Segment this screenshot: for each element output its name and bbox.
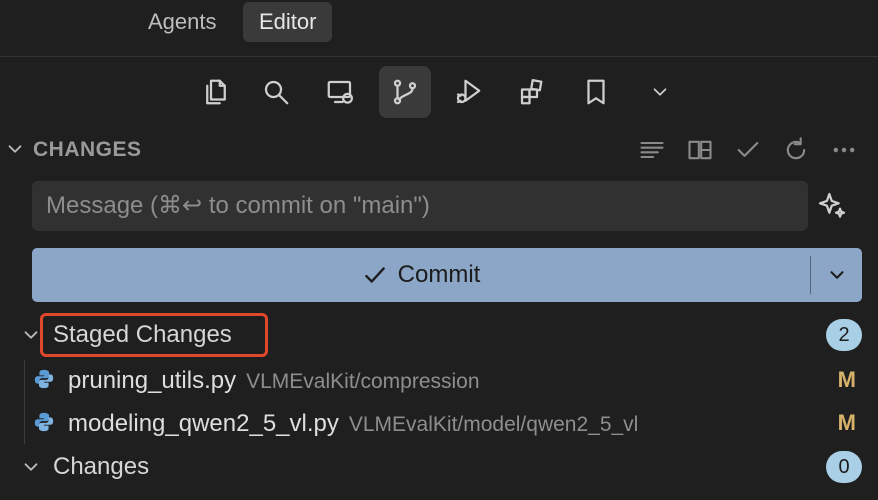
commit-button-label: Commit	[397, 261, 481, 288]
changes-section-header[interactable]: CHANGES	[0, 130, 878, 170]
search-button[interactable]	[250, 66, 302, 118]
section-actions	[636, 134, 860, 166]
source-control-icon	[393, 79, 417, 105]
run-debug-button[interactable]	[442, 66, 494, 118]
refresh-button[interactable]	[780, 134, 812, 166]
remote-explorer-button[interactable]	[314, 66, 366, 118]
more-icon	[833, 147, 855, 153]
search-icon	[264, 80, 289, 105]
highlight-box	[40, 313, 268, 357]
generate-message-button[interactable]	[810, 184, 854, 228]
modified-status-badge: M	[837, 367, 856, 392]
chevron-down-icon	[829, 271, 844, 279]
chevron-down-icon	[20, 456, 42, 478]
tab-agents[interactable]: Agents	[132, 2, 233, 42]
run-debug-icon	[456, 79, 481, 104]
more-views-button[interactable]	[634, 66, 686, 118]
file-row[interactable]: modeling_qwen2_5_vl.py VLMEvalKit/model/q…	[0, 403, 878, 443]
staged-count-badge: 2	[826, 319, 862, 351]
check-icon	[364, 267, 385, 283]
file-path: VLMEvalKit/model/qwen2_5_vl	[348, 413, 639, 436]
commit-message-input[interactable]	[32, 181, 820, 231]
refresh-icon	[786, 137, 806, 160]
commit-button-group: Commit	[32, 248, 862, 302]
python-file-icon	[34, 369, 54, 389]
changes-label: Changes	[53, 453, 150, 480]
file-name: pruning_utils.py VLMEvalKit/compression	[68, 367, 480, 395]
remote-explorer-icon	[327, 80, 353, 104]
sparkle-icon	[818, 192, 846, 218]
file-path: VLMEvalKit/compression	[246, 370, 480, 393]
commit-message-box	[32, 181, 820, 231]
bookmarks-button[interactable]	[570, 66, 622, 118]
split-view-icon	[688, 140, 712, 160]
changes-group[interactable]: Changes 0	[0, 447, 878, 487]
file-name: modeling_qwen2_5_vl.py VLMEvalKit/model/q…	[68, 410, 638, 438]
commit-dropdown-button[interactable]	[811, 248, 862, 302]
changes-count-badge: 0	[826, 451, 862, 483]
tab-editor[interactable]: Editor	[243, 2, 333, 42]
file-name-text: pruning_utils.py	[68, 367, 237, 394]
modified-status-badge: M	[837, 410, 856, 435]
bookmark-icon	[587, 79, 605, 105]
extensions-icon	[520, 79, 543, 105]
view-as-tree-button[interactable]	[636, 134, 668, 166]
explorer-button[interactable]	[190, 66, 242, 118]
chevron-down-icon	[653, 88, 667, 96]
python-file-icon	[34, 412, 54, 432]
check-icon	[737, 141, 759, 157]
view-as-tree-icon	[640, 141, 664, 159]
commit-check-button[interactable]	[732, 134, 764, 166]
more-actions-button[interactable]	[828, 134, 860, 166]
file-row[interactable]: pruning_utils.py VLMEvalKit/compression M	[0, 360, 878, 400]
commit-button[interactable]: Commit	[32, 248, 810, 302]
top-tab-bar: Agents Editor	[0, 0, 878, 46]
split-view-button[interactable]	[684, 134, 716, 166]
files-icon	[206, 79, 226, 105]
extensions-button[interactable]	[506, 66, 558, 118]
chevron-down-icon	[20, 324, 42, 346]
divider	[0, 56, 878, 57]
section-title: CHANGES	[33, 138, 142, 161]
chevron-down-icon[interactable]	[4, 138, 26, 160]
source-control-button[interactable]	[379, 66, 431, 118]
file-name-text: modeling_qwen2_5_vl.py	[68, 410, 339, 437]
